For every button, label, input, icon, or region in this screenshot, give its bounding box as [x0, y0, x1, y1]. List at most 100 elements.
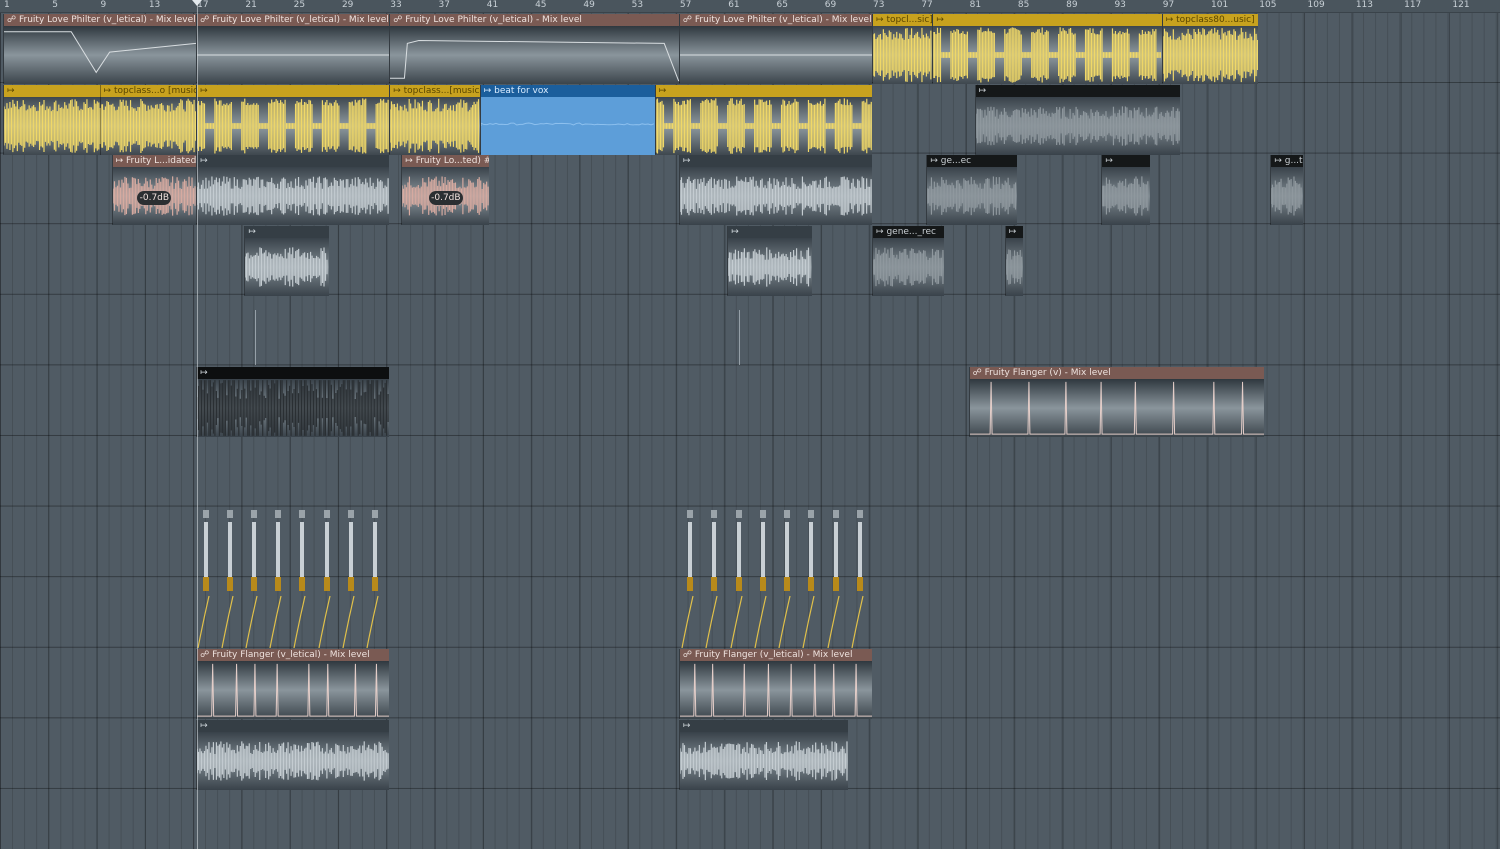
- audio-clip[interactable]: ↦ gene..._rec: [872, 225, 945, 296]
- envelope-knob[interactable]: [754, 510, 767, 648]
- audio-clip[interactable]: ↦ topclass...o [music]: [99, 84, 197, 155]
- audio-clip[interactable]: ↦ beat for vox: [479, 84, 655, 155]
- automation-clip[interactable]: ☍ Fruity Love Philter (v_letical) - Mix …: [196, 14, 390, 84]
- clip-header[interactable]: ↦ beat for vox: [480, 84, 655, 97]
- clip-label: beat for vox: [494, 85, 549, 96]
- envelope-knob[interactable]: [851, 510, 864, 648]
- audio-clip[interactable]: ↦ Fruity L...idated) -0.7dB: [111, 155, 197, 226]
- envelope-knob[interactable]: [221, 510, 234, 648]
- waveform-graphic: [4, 98, 112, 153]
- ruler-bar-number: 57: [679, 0, 692, 10]
- waveform-graphic: [1102, 176, 1149, 216]
- clip-header[interactable]: ↦ Fruity Lo...ted) #2: [402, 155, 490, 168]
- clip-header[interactable]: ↦: [197, 84, 390, 97]
- waveform-graphic: [197, 26, 389, 84]
- audio-clip[interactable]: ↦ Fruity Lo...ted) #2 -0.7dB: [401, 155, 490, 226]
- clip-header[interactable]: ↦ ge...ec: [927, 155, 1017, 168]
- clip-header[interactable]: ↦: [933, 14, 1162, 26]
- audio-clip[interactable]: ↦: [974, 84, 1180, 155]
- clip-header[interactable]: ↦ g...t: [1271, 155, 1303, 168]
- clip-header[interactable]: ↦: [197, 367, 390, 379]
- automation-icon: ☍: [972, 368, 985, 378]
- audio-clip[interactable]: ↦: [1004, 225, 1023, 296]
- ruler-bar-number: 113: [1355, 0, 1374, 10]
- audio-clip[interactable]: ↦ topcl...sic]: [872, 14, 933, 84]
- audio-clip[interactable]: ↦: [678, 720, 848, 790]
- envelope-knob[interactable]: [730, 510, 743, 648]
- audio-transient-marker: [739, 310, 740, 365]
- clip-header[interactable]: ☍ Fruity Love Philter (v_letical) - Mix …: [390, 14, 679, 26]
- automation-clip[interactable]: ☍ Fruity Flanger (v_letical) - Mix level: [196, 649, 390, 720]
- envelope-knob[interactable]: [705, 510, 718, 648]
- audio-clip[interactable]: ↦: [196, 84, 390, 155]
- audio-clip[interactable]: ↦: [932, 14, 1162, 84]
- audio-clip-icon: ↦: [1165, 15, 1177, 25]
- ruler-bar-number: 29: [341, 0, 354, 10]
- clip-header[interactable]: ☍ Fruity Flanger (v_letical) - Mix level: [679, 649, 873, 662]
- clip-header[interactable]: ↦: [245, 225, 329, 238]
- clip-header[interactable]: ☍ Fruity Flanger (v) - Mix level: [969, 367, 1265, 379]
- envelope-knob[interactable]: [802, 510, 815, 648]
- audio-clip[interactable]: ↦ topclass...[music]: [389, 84, 480, 155]
- clip-header[interactable]: ↦: [4, 84, 112, 97]
- envelope-knob[interactable]: [293, 510, 306, 648]
- waveform-graphic: [197, 98, 389, 154]
- audio-clip[interactable]: ↦: [727, 225, 812, 296]
- audio-clip[interactable]: ↦: [196, 155, 390, 226]
- audio-clip-icon: ↦: [393, 85, 404, 96]
- clip-header[interactable]: ☍ Fruity Love Philter (v_letical) - Mix …: [4, 14, 197, 26]
- clip-header[interactable]: ☍ Fruity Love Philter (v_letical) - Mix …: [197, 14, 390, 26]
- clip-label: Fruity Love Philter (v_letical) - Mix le…: [405, 15, 582, 25]
- clip-header[interactable]: ↦: [679, 720, 848, 732]
- clip-header[interactable]: ↦: [728, 225, 812, 238]
- clip-header[interactable]: ↦: [1005, 225, 1023, 238]
- audio-clip[interactable]: ↦: [654, 84, 873, 155]
- audio-clip[interactable]: ↦: [3, 84, 112, 155]
- clip-header[interactable]: ↦ gene..._rec: [873, 225, 945, 238]
- clip-header[interactable]: ☍ Fruity Flanger (v_letical) - Mix level: [197, 649, 390, 662]
- envelope-knob[interactable]: [681, 510, 694, 648]
- ruler-bar-number: 49: [583, 0, 595, 10]
- automation-clip[interactable]: ☍ Fruity Love Philter (v_letical) - Mix …: [678, 14, 873, 84]
- clip-header[interactable]: ↦: [197, 720, 390, 732]
- timeline-ruler[interactable]: 1 5 9 13 17 21 25 29 33 37 41 45 49 53 57 61 65 69 73 77 81 8…: [0, 0, 1500, 13]
- audio-clip[interactable]: ↦: [1101, 155, 1150, 226]
- clip-body: -0.7dB: [112, 167, 197, 226]
- clip-header[interactable]: ↦ topclass...o [music]: [100, 84, 197, 97]
- clip-header[interactable]: ↦ topcl...sic]: [873, 14, 933, 26]
- envelope-knob[interactable]: [342, 510, 355, 648]
- clip-body: [197, 26, 390, 84]
- audio-clip[interactable]: ↦ ge...ec: [926, 155, 1017, 226]
- audio-clip-icon: ↦: [1008, 226, 1017, 237]
- audio-clip[interactable]: ↦ g...t: [1270, 155, 1303, 226]
- clip-header[interactable]: ↦ topclass80...usic] #2: [1162, 14, 1259, 26]
- envelope-knob[interactable]: [366, 510, 379, 648]
- audio-clip[interactable]: ↦: [244, 225, 329, 296]
- audio-clip-icon: ↦: [658, 85, 667, 96]
- automation-clip[interactable]: ☍ Fruity Love Philter (v_letical) - Mix …: [389, 14, 679, 84]
- audio-clip[interactable]: ↦: [678, 155, 873, 226]
- clip-header[interactable]: ↦ Fruity L...idated): [112, 155, 197, 168]
- clip-header[interactable]: ☍ Fruity Love Philter (v_letical) - Mix …: [679, 14, 873, 26]
- audio-clip[interactable]: ↦ topclass80...usic] #2: [1161, 14, 1259, 84]
- audio-clip-icon: ↦: [200, 85, 208, 96]
- clip-header[interactable]: ↦: [655, 84, 873, 97]
- automation-clip[interactable]: ☍ Fruity Flanger (v) - Mix level: [968, 367, 1265, 437]
- clip-header[interactable]: ↦: [1102, 155, 1150, 168]
- envelope-knob[interactable]: [245, 510, 258, 648]
- playhead-marker-icon[interactable]: [192, 0, 202, 6]
- clip-header[interactable]: ↦ topclass...[music]: [390, 84, 480, 97]
- automation-clip[interactable]: ☍ Fruity Love Philter (v_letical) - Mix …: [3, 14, 197, 84]
- clip-header[interactable]: ↦: [975, 84, 1180, 97]
- envelope-knob[interactable]: [827, 510, 840, 648]
- clip-header[interactable]: ↦: [679, 155, 873, 168]
- audio-clip-icon: ↦: [1105, 156, 1113, 167]
- envelope-knob[interactable]: [318, 510, 331, 648]
- envelope-knob[interactable]: [197, 510, 210, 648]
- audio-clip[interactable]: ↦: [196, 720, 390, 790]
- automation-clip[interactable]: ☍ Fruity Flanger (v_letical) - Mix level: [678, 649, 873, 720]
- clip-header[interactable]: ↦: [197, 155, 390, 168]
- envelope-knob[interactable]: [778, 510, 791, 648]
- envelope-knob[interactable]: [269, 510, 282, 648]
- audio-clip[interactable]: ↦: [196, 367, 390, 437]
